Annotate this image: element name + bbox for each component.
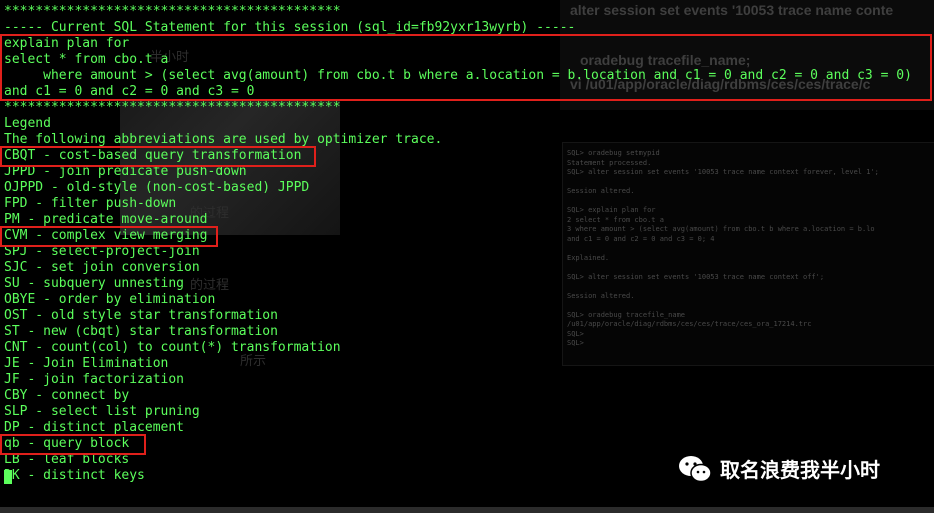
mini-terminal-line: Session altered. (567, 187, 635, 195)
terminal-line: JF - join factorization (4, 372, 185, 387)
watermark: 取名浪费我半小时 (678, 454, 880, 483)
cvm-highlight (0, 226, 218, 247)
sql-statement-highlight (0, 34, 932, 101)
mini-terminal-line: SQL> alter session set events '10053 tra… (567, 168, 879, 176)
mini-terminal-line: SQL> oradebug tracefile_name (567, 310, 686, 319)
terminal-line: SJC - set join conversion (4, 260, 200, 275)
mini-terminal-line: /u01/app/oracle/diag/rdbms/ces/ces/trace… (567, 320, 812, 328)
qb-highlight (0, 434, 146, 455)
terminal-line: SU - subquery unnesting (4, 276, 185, 291)
mini-terminal-line: and c1 = 0 and c2 = 0 and c3 = 0; 4 (567, 234, 715, 243)
mini-terminal-line: Statement processed. (567, 158, 652, 167)
mini-terminal-line: SQL> explain plan for (567, 206, 656, 214)
mini-terminal-line: SQL> (567, 339, 584, 347)
mini-terminal-line: SQL> (567, 329, 584, 338)
terminal-line: JE - Join Elimination (4, 356, 169, 371)
watermark-text: 取名浪费我半小时 (720, 458, 880, 482)
terminal-line: OST - old style star transformation (4, 308, 278, 323)
bottom-bar (0, 507, 934, 513)
mini-terminal-line: Explained. (567, 253, 610, 262)
background-alter-session-text: alter session set events '10053 trace na… (570, 2, 894, 18)
mini-terminal-line: 2 select * from cbo.t a (567, 215, 664, 224)
terminal-line: CBY - connect by (4, 388, 130, 403)
terminal-line: SLP - select list pruning (4, 404, 200, 419)
cbqt-highlight (0, 146, 316, 167)
terminal-line: ****************************************… (4, 100, 341, 115)
background-faint-text: 的过程 (190, 278, 230, 293)
mini-terminal-line: SQL> alter session set events '10053 tra… (567, 272, 825, 281)
terminal-line: CNT - count(col) to count(*) transformat… (4, 340, 341, 355)
background-mini-terminal: SQL> oradebug setmypid Statement processe… (562, 142, 934, 366)
mini-terminal-line: 3 where amount > (select avg(amount) fro… (567, 225, 875, 233)
terminal-cursor (4, 470, 12, 484)
mini-terminal-line: SQL> oradebug setmypid (567, 149, 660, 157)
wechat-icon (679, 455, 712, 482)
terminal-line: DK - distinct keys (4, 468, 145, 483)
terminal-line: ST - new (cbqt) star transformation (4, 324, 278, 339)
terminal-line: FPD - filter push-down (4, 196, 177, 211)
mini-terminal-line: Session altered. (567, 291, 635, 300)
terminal-line: OBYE - order by elimination (4, 292, 216, 307)
terminal-line: Legend (4, 116, 51, 131)
terminal-line: ****************************************… (4, 4, 341, 19)
terminal-line: OJPPD - old-style (non-cost-based) JPPD (4, 180, 310, 195)
